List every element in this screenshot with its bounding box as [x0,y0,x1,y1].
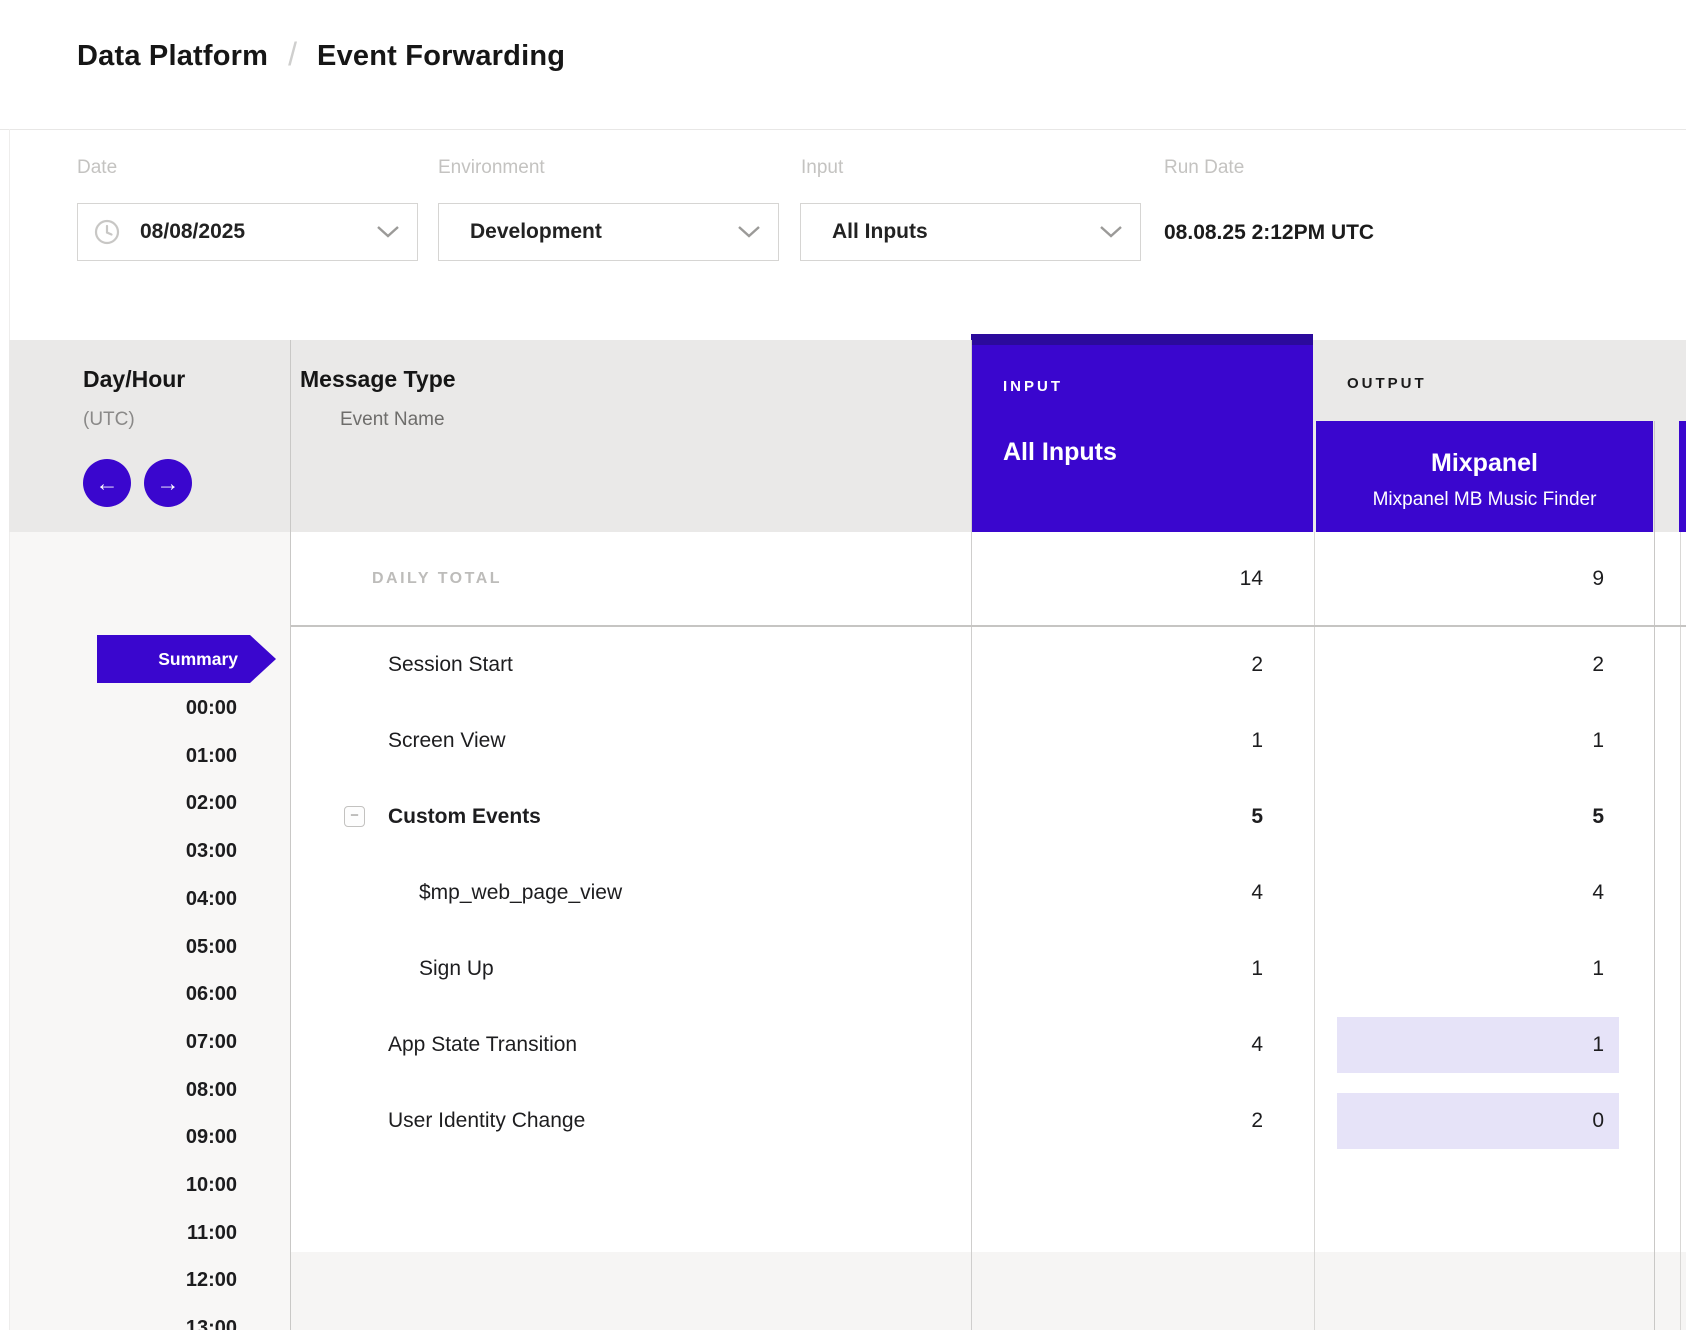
input-count: 1 [971,703,1263,779]
hour-item-0000[interactable]: 00:00 [0,684,237,732]
hour-item-0400[interactable]: 04:00 [0,875,237,923]
daily-total-label: DAILY TOTAL [372,532,502,625]
next-output-column-header-partial [1679,421,1686,532]
chevron-down-icon [738,226,760,238]
date-dropdown[interactable]: 08/08/2025 [77,203,418,261]
chevron-down-icon [377,226,399,238]
event-name: User Identity Change [388,1083,585,1159]
run-date-value: 08.08.25 2:12PM UTC [1164,221,1374,245]
input-column-header[interactable]: INPUT All Inputs [971,334,1313,532]
next-day-button[interactable]: → [144,459,192,507]
hour-item-1200[interactable]: 12:00 [0,1256,237,1304]
output-column-header-mixpanel[interactable]: Mixpanel Mixpanel MB Music Finder [1316,421,1653,532]
date-filter-label: Date [77,157,117,179]
hour-item-0500[interactable]: 05:00 [0,923,237,971]
input-filter-label: Input [801,157,843,179]
input-dropdown[interactable]: All Inputs [800,203,1141,261]
summary-label: Summary [97,635,250,683]
date-value: 08/08/2025 [140,220,245,244]
run-date-label: Run Date [1164,157,1244,179]
table-row: App State Transition 4 1 [0,1007,1686,1083]
output-group-label: OUTPUT [1347,375,1427,392]
table-row: − Custom Events 5 5 [0,779,1686,855]
event-name: $mp_web_page_view [419,855,622,931]
table-row: Sign Up 1 1 [0,931,1686,1007]
message-type-column-subtitle: Event Name [340,409,445,431]
output-count: 1 [1316,1007,1604,1083]
output-count: 1 [1316,703,1604,779]
hour-item-0800[interactable]: 08:00 [0,1066,237,1114]
event-name: Custom Events [388,779,541,855]
clock-icon [94,219,120,245]
table-row: User Identity Change 2 0 [0,1083,1686,1159]
event-name: Screen View [388,703,506,779]
output-count: 1 [1316,931,1604,1007]
hour-item-0700[interactable]: 07:00 [0,1018,237,1066]
table-row: Screen View 1 1 [0,703,1686,779]
table-row: $mp_web_page_view 4 4 [0,855,1686,931]
breadcrumb-section[interactable]: Data Platform [77,40,268,73]
input-column-header-strip [971,334,1313,345]
page-title: Event Forwarding [317,40,565,73]
output-count: 0 [1316,1083,1604,1159]
input-group-label: INPUT [1003,378,1063,395]
environment-value: Development [470,220,602,244]
event-name: Session Start [388,627,513,703]
daily-total-output-value: 9 [1316,532,1604,625]
daily-total-input-value: 14 [971,532,1263,625]
event-name: Sign Up [419,931,494,1007]
environment-dropdown[interactable]: Development [438,203,779,261]
output-count: 5 [1316,779,1604,855]
hour-item-1000[interactable]: 10:00 [0,1161,237,1209]
breadcrumb-separator: / [288,36,297,73]
input-value: All Inputs [832,220,928,244]
hour-item-0200[interactable]: 02:00 [0,779,237,827]
input-count: 5 [971,779,1263,855]
header-divider [0,129,1686,130]
environment-filter-label: Environment [438,157,545,179]
breadcrumb: Data Platform / Event Forwarding [77,38,565,75]
hour-item-0600[interactable]: 06:00 [0,970,237,1018]
table-footer-band [291,1252,1686,1330]
previous-day-button[interactable]: ← [83,459,131,507]
input-count: 2 [971,627,1263,703]
input-count: 1 [971,931,1263,1007]
event-name: App State Transition [388,1007,577,1083]
arrow-left-icon: ← [96,470,119,497]
hour-item-1100[interactable]: 11:00 [0,1209,237,1257]
chevron-down-icon [1100,226,1122,238]
message-type-column-title: Message Type [300,366,456,393]
hour-item-0100[interactable]: 01:00 [0,732,237,780]
collapse-icon[interactable]: − [344,806,365,827]
hour-item-0900[interactable]: 09:00 [0,1113,237,1161]
output-count: 2 [1316,627,1604,703]
arrow-right-icon: → [157,470,180,497]
hour-item-1300[interactable]: 13:00 [0,1304,237,1330]
summary-row-badge[interactable]: Summary [97,635,250,683]
output-count: 4 [1316,855,1604,931]
event-forwarding-screen: Data Platform / Event Forwarding Date En… [0,0,1686,1330]
output-column-subtitle: Mixpanel MB Music Finder [1316,489,1653,511]
hour-item-0300[interactable]: 03:00 [0,827,237,875]
day-hour-column-title: Day/Hour [83,366,185,393]
input-count: 4 [971,855,1263,931]
input-count: 2 [971,1083,1263,1159]
input-column-name: All Inputs [1003,438,1117,467]
output-column-name: Mixpanel [1316,449,1653,478]
input-count: 4 [971,1007,1263,1083]
day-hour-column-subtitle: (UTC) [83,409,135,431]
